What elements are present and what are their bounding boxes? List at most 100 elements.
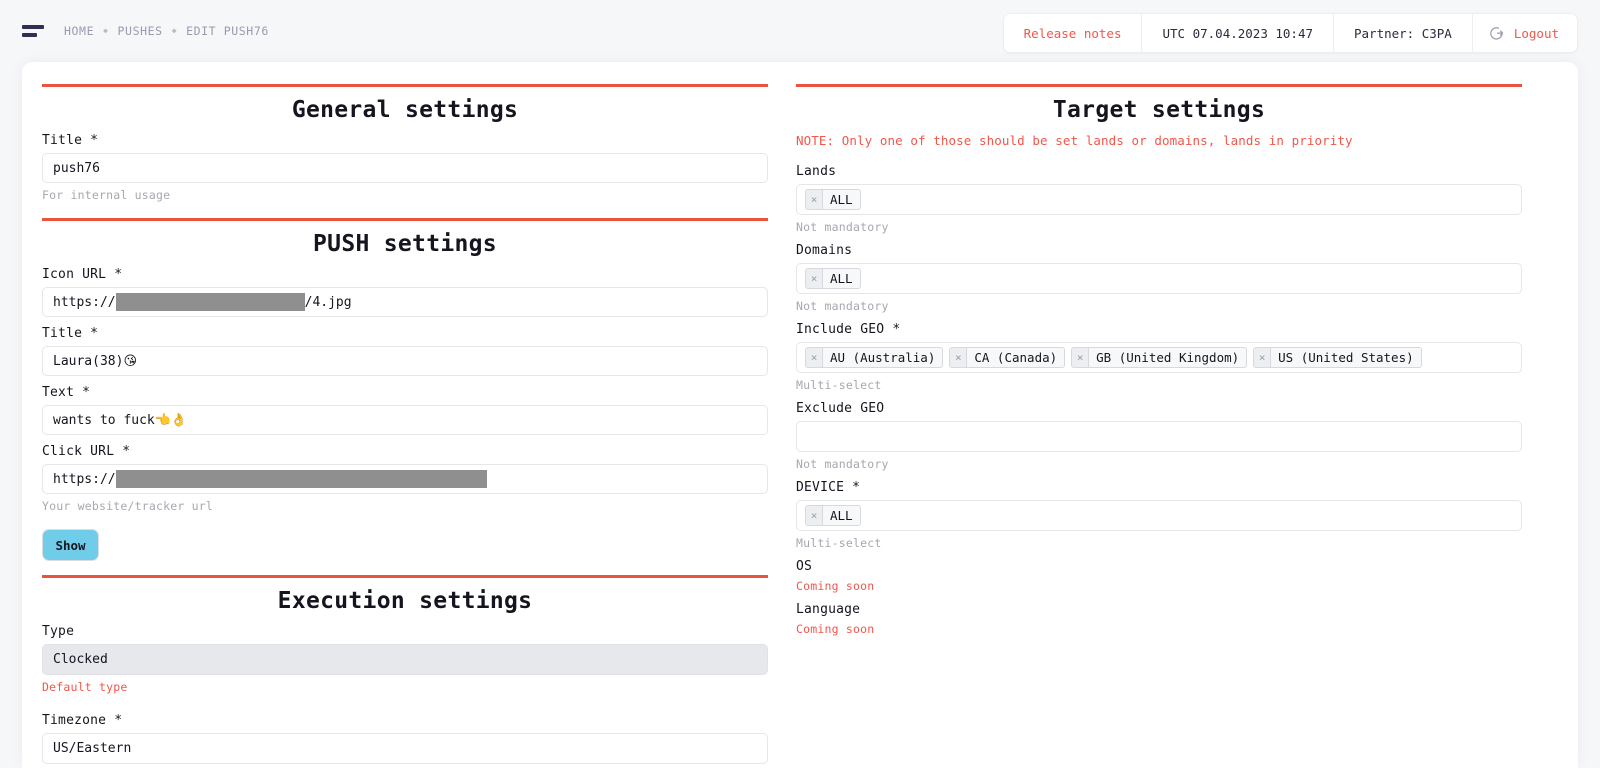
hamburger-menu-icon[interactable] [22,23,44,39]
lands-chip[interactable]: × ALL [805,189,861,210]
breadcrumb: HOME ◆ PUSHES ◆ EDIT PUSH76 [64,24,269,38]
chip-label: AU (Australia) [823,348,943,367]
field-include-geo: Include GEO * × AU (Australia) × CA (Can… [796,322,1522,392]
breadcrumb-separator-icon: ◆ [171,25,178,35]
field-device: DEVICE * × ALL Multi-select [796,480,1522,550]
partner-display: Partner: C3PA [1334,14,1473,52]
breadcrumb-item-home[interactable]: HOME [64,24,94,38]
timezone-input[interactable]: US/Eastern [42,733,768,764]
header-panel: Release notes UTC 07.04.2023 10:47 Partn… [1002,13,1578,53]
target-note: NOTE: Only one of those should be set la… [796,133,1353,148]
chip-label: ALL [823,506,860,525]
click-url-redaction [115,470,487,488]
right-column: Target settings NOTE: Only one of those … [796,84,1522,768]
breadcrumb-item-edit-push[interactable]: EDIT PUSH76 [186,24,269,38]
device-chip[interactable]: × ALL [805,505,861,526]
hamburger-bar-1 [22,25,44,29]
chip-remove-icon[interactable]: × [1072,348,1090,367]
top-bar: HOME ◆ PUSHES ◆ EDIT PUSH76 Release note… [0,0,1600,62]
lands-label: Lands [796,164,837,179]
click-url-hint: Your website/tracker url [42,499,213,513]
field-click-url: Click URL * https:// Your website/tracke… [42,444,768,513]
target-settings-section: Target settings [796,84,1522,123]
language-status: Coming soon [796,622,875,636]
push-settings-title: PUSH settings [313,231,497,257]
click-url-input[interactable]: https:// [42,464,768,494]
chip-remove-icon[interactable]: × [806,190,823,209]
hamburger-bar-2 [22,33,37,37]
include-geo-multiselect[interactable]: × AU (Australia) × CA (Canada) × GB (Uni… [796,342,1522,373]
icon-url-redaction [115,293,305,311]
domains-hint: Not mandatory [796,299,889,313]
lands-multiselect[interactable]: × ALL [796,184,1522,215]
chip-remove-icon[interactable]: × [806,269,823,288]
push-text-emoji: 👈👌 [154,412,188,428]
type-select[interactable]: Clocked [42,644,768,675]
general-title-input[interactable]: push76 [42,153,768,183]
chip-remove-icon[interactable]: × [1254,348,1272,367]
show-button[interactable]: Show [42,529,99,561]
chip-remove-icon[interactable]: × [806,506,823,525]
general-settings-title: General settings [291,97,519,123]
breadcrumb-item-pushes[interactable]: PUSHES [118,24,163,38]
chip-remove-icon[interactable]: × [950,348,968,367]
general-title-value: push76 [53,160,100,176]
utc-time-display: UTC 07.04.2023 10:47 [1142,14,1334,52]
push-text-value: wants to fuck [53,412,155,428]
logout-label: Logout [1513,25,1559,41]
chip-label: ALL [823,190,860,209]
type-value: Clocked [53,652,108,667]
language-label: Language [796,602,861,617]
breadcrumb-separator-icon: ◆ [103,25,109,35]
icon-url-suffix: /4.jpg [304,294,352,310]
field-push-title: Title * Laura(38) 😘 [42,326,768,376]
include-geo-chip[interactable]: × GB (United Kingdom) [1071,347,1248,368]
chip-label: GB (United Kingdom) [1089,348,1247,367]
exclude-geo-label: Exclude GEO [796,401,885,416]
type-hint: Default type [42,680,128,694]
push-text-input[interactable]: wants to fuck 👈👌 [42,405,768,435]
logout-button[interactable]: Logout [1473,14,1577,52]
chip-remove-icon[interactable]: × [806,348,823,367]
device-hint: Multi-select [796,536,882,550]
include-geo-chip[interactable]: × AU (Australia) [805,347,944,368]
chip-label: US (United States) [1271,348,1421,367]
push-title-value: Laura(38) [53,353,124,369]
logout-icon [1490,27,1504,40]
push-title-input[interactable]: Laura(38) 😘 [42,346,768,376]
domains-label: Domains [796,243,853,258]
push-title-emoji: 😘 [123,353,138,369]
include-geo-label: Include GEO * [796,322,901,337]
timezone-label: Timezone * [42,713,123,728]
click-url-prefix: https:// [53,471,116,487]
exclude-geo-multiselect[interactable] [796,421,1522,452]
icon-url-input[interactable]: https:// /4.jpg [42,287,768,317]
field-lands: Lands × ALL Not mandatory [796,164,1522,234]
target-settings-title: Target settings [1052,97,1266,123]
field-type: Type Clocked Default type [42,624,768,694]
domains-chip[interactable]: × ALL [805,268,861,289]
icon-url-prefix: https:// [53,294,116,310]
field-timezone: Timezone * US/Eastern Execution timezone [42,713,768,768]
exclude-geo-hint: Not mandatory [796,457,889,471]
chip-label: CA (Canada) [967,348,1065,367]
include-geo-chip[interactable]: × CA (Canada) [949,347,1066,368]
device-label: DEVICE * [796,480,861,495]
domains-multiselect[interactable]: × ALL [796,263,1522,294]
release-notes-link[interactable]: Release notes [1004,14,1143,52]
field-os: OS Coming soon [796,559,1522,593]
chip-label: ALL [823,269,860,288]
field-exclude-geo: Exclude GEO Not mandatory [796,401,1522,471]
os-label: OS [796,559,813,574]
general-settings-section: General settings [42,84,768,123]
include-geo-chip[interactable]: × US (United States) [1253,347,1422,368]
lands-hint: Not mandatory [796,220,889,234]
device-multiselect[interactable]: × ALL [796,500,1522,531]
click-url-label: Click URL * [42,444,131,459]
general-title-hint: For internal usage [42,188,171,202]
field-general-title: Title * push76 For internal usage [42,133,768,202]
main-card: General settings Title * push76 For inte… [22,62,1578,768]
